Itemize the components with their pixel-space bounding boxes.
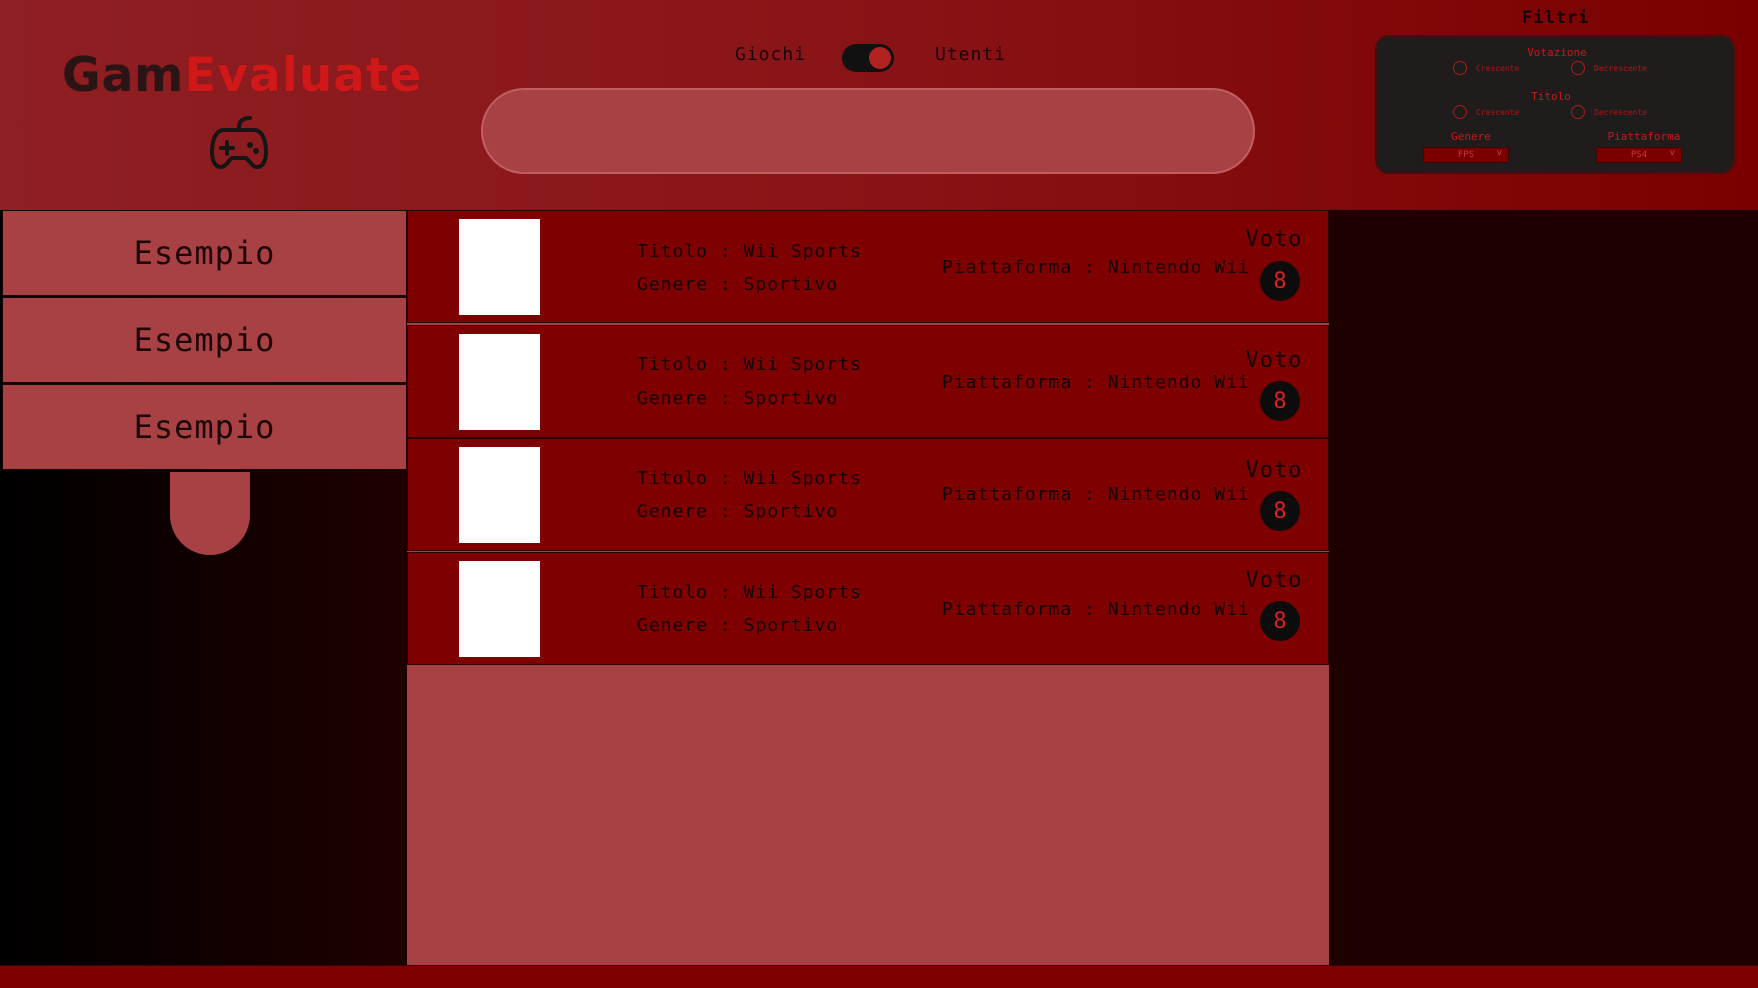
vote-label: Voto <box>1245 568 1303 593</box>
filter-piattaforma-title: Piattaforma <box>1607 130 1681 143</box>
piattaforma-select[interactable]: PS4 v <box>1596 147 1682 163</box>
game-platform: Piattaforma : Nintendo Wii <box>942 599 1250 620</box>
filter-titolo-title: Titolo <box>1531 90 1571 103</box>
game-platform: Piattaforma : Nintendo Wii <box>942 484 1250 505</box>
game-row[interactable]: Titolo : Wii Sports Genere : Sportivo Pi… <box>407 325 1329 438</box>
genere-select[interactable]: FPS v <box>1423 147 1509 163</box>
filters-title: Filtri <box>1522 8 1590 28</box>
radio-circle-icon <box>1453 61 1467 75</box>
vote-label: Voto <box>1245 227 1303 252</box>
game-platform: Piattaforma : Nintendo Wii <box>942 257 1250 278</box>
sidebar-pull-tab[interactable] <box>170 472 250 555</box>
logo-text-part1: Gam <box>62 48 185 103</box>
game-genre: Genere : Sportivo <box>637 501 839 522</box>
vote-badge: 8 <box>1260 491 1300 531</box>
filter-votazione-crescente[interactable]: Crescente <box>1453 61 1519 75</box>
toggle-label-giochi[interactable]: Giochi <box>735 44 806 65</box>
radio-circle-icon <box>1571 105 1585 119</box>
game-row[interactable]: Titolo : Wii Sports Genere : Sportivo Pi… <box>407 552 1329 665</box>
game-cover-image <box>459 334 540 430</box>
game-row[interactable]: Titolo : Wii Sports Genere : Sportivo Pi… <box>407 438 1329 551</box>
game-genre: Genere : Sportivo <box>637 615 839 636</box>
radio-label: Crescente <box>1476 63 1520 73</box>
game-title: Titolo : Wii Sports <box>637 468 862 489</box>
sidebar-item-2[interactable]: Esempio <box>2 297 407 383</box>
game-cover-image <box>459 561 540 657</box>
sidebar-item-3[interactable]: Esempio <box>2 384 407 470</box>
giochi-utenti-toggle[interactable] <box>842 44 894 72</box>
game-genre: Genere : Sportivo <box>637 274 839 295</box>
search-input[interactable] <box>481 88 1255 174</box>
game-genre: Genere : Sportivo <box>637 388 839 409</box>
logo-text-part2: Evaluate <box>184 48 423 103</box>
app-logo[interactable]: GamEvaluate <box>62 52 422 99</box>
vote-badge: 8 <box>1260 261 1300 301</box>
filter-votazione-title: Votazione <box>1527 46 1587 59</box>
game-cover-image <box>459 219 540 315</box>
piattaforma-select-value: PS4 <box>1630 150 1648 160</box>
toggle-knob <box>869 47 891 69</box>
game-cover-image <box>459 447 540 543</box>
game-title: Titolo : Wii Sports <box>637 582 862 603</box>
filter-titolo-crescente[interactable]: Crescente <box>1453 105 1519 119</box>
radio-circle-icon <box>1453 105 1467 119</box>
filter-titolo-decrescente[interactable]: Decrescente <box>1571 105 1647 119</box>
vote-badge: 8 <box>1260 381 1300 421</box>
radio-circle-icon <box>1571 61 1585 75</box>
game-row[interactable]: Titolo : Wii Sports Genere : Sportivo Pi… <box>407 210 1329 323</box>
header: GamEvaluate Giochi Utenti Filtri Votazio… <box>0 0 1758 210</box>
radio-label: Decrescente <box>1594 107 1647 117</box>
sidebar-item-1[interactable]: Esempio <box>2 210 407 296</box>
toggle-label-utenti[interactable]: Utenti <box>935 44 1006 65</box>
filter-votazione-decrescente[interactable]: Decrescente <box>1571 61 1647 75</box>
game-title: Titolo : Wii Sports <box>637 241 862 262</box>
game-platform: Piattaforma : Nintendo Wii <box>942 372 1250 393</box>
genere-select-value: FPS <box>1457 150 1475 160</box>
vote-label: Voto <box>1245 458 1303 483</box>
filter-genere-title: Genere <box>1451 130 1491 143</box>
vote-label: Voto <box>1245 348 1303 373</box>
chevron-down-icon: v <box>1496 148 1502 158</box>
vote-badge: 8 <box>1260 601 1300 641</box>
chevron-down-icon: v <box>1669 148 1675 158</box>
game-title: Titolo : Wii Sports <box>637 354 862 375</box>
radio-label: Crescente <box>1476 107 1520 117</box>
filters-panel: Votazione Crescente Decrescente Titolo C… <box>1375 35 1735 174</box>
gamepad-icon <box>210 116 268 169</box>
footer-bar <box>0 965 1758 988</box>
radio-label: Decrescente <box>1594 63 1647 73</box>
